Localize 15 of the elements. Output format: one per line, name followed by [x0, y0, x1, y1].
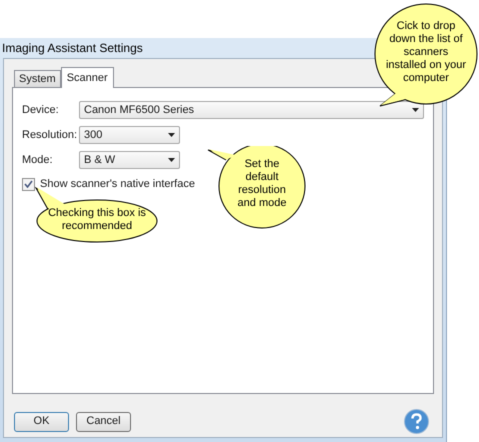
- field-label: Resolution:: [22, 128, 78, 143]
- window-title: Imaging Assistant Settings: [2, 40, 143, 57]
- checkbox-label: Show scanner's native interface: [40, 177, 195, 192]
- dropdown[interactable]: B & W: [79, 151, 180, 169]
- callout-text: Cick to drop down the list of scanners installed on your computer: [384, 20, 468, 85]
- tab[interactable]: System: [14, 70, 61, 87]
- dropdown[interactable]: Canon MF6500 Series: [79, 101, 424, 119]
- callout-text: Checking this box is recommended: [48, 207, 146, 233]
- callout-text: Set the default resolution and mode: [236, 158, 288, 210]
- dropdown[interactable]: 300: [79, 126, 180, 144]
- dialog-button[interactable]: OK: [14, 412, 69, 432]
- field-label: Mode:: [22, 152, 54, 168]
- tab[interactable]: Scanner: [60, 67, 114, 88]
- dialog-button[interactable]: Cancel: [76, 412, 131, 432]
- field-label: Device:: [22, 102, 60, 118]
